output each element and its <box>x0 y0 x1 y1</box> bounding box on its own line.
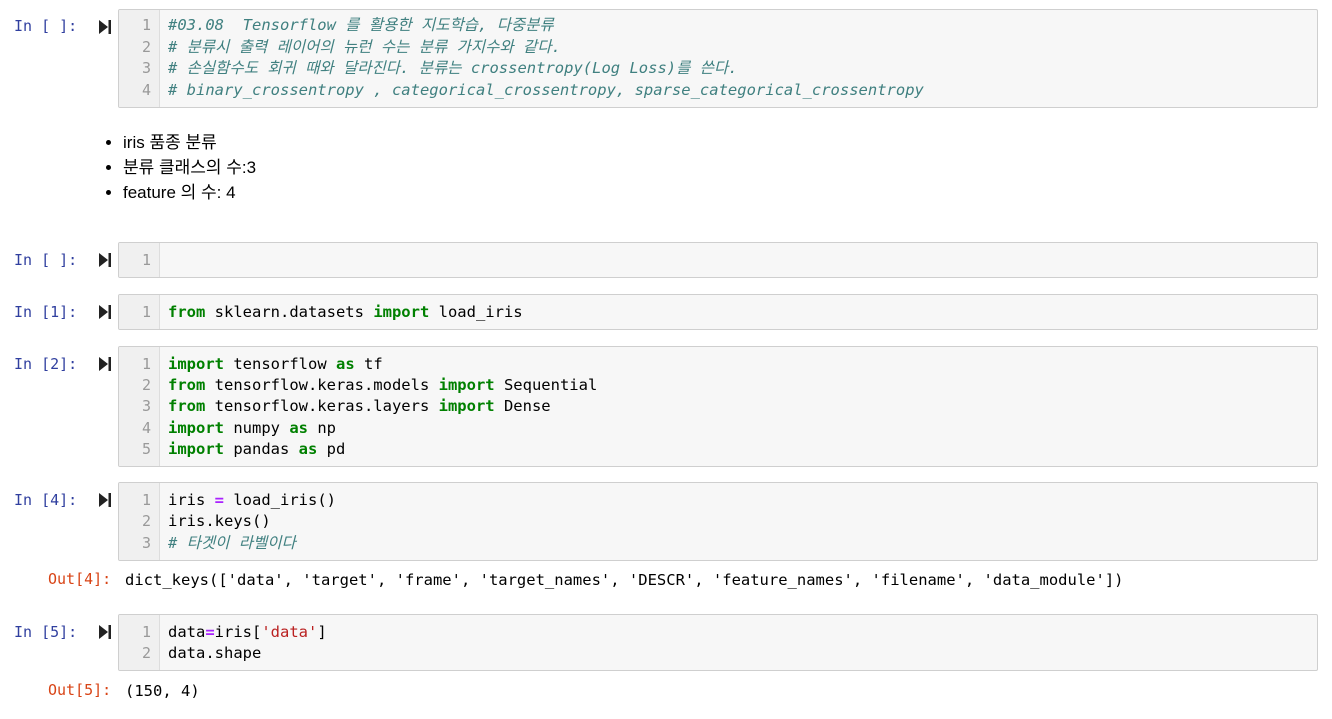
run-cell-icon[interactable] <box>97 623 113 641</box>
input-prompt: In [ ]: <box>14 251 78 269</box>
line-number: 1 <box>141 623 151 641</box>
markdown-list-item: feature 의 수: 4 <box>123 180 256 205</box>
cell-output: dict_keys(['data', 'target', 'frame', 't… <box>125 571 1124 589</box>
line-number: 1 <box>141 16 151 34</box>
code-line: import numpy as np <box>168 419 336 437</box>
cell-output: (150, 4) <box>125 682 200 700</box>
line-number: 2 <box>141 644 151 662</box>
markdown-list-item: iris 품종 분류 <box>123 130 256 155</box>
code-line: data.shape <box>168 644 262 662</box>
run-cell-icon[interactable] <box>97 303 113 321</box>
code-line: from tensorflow.keras.models import Sequ… <box>168 376 598 394</box>
input-prompt: In [4]: <box>14 491 78 509</box>
code-line: data=iris['data'] <box>168 623 327 641</box>
code-line: # 타겟이 라벨이다 <box>168 534 296 552</box>
input-prompt: In [ ]: <box>14 17 78 35</box>
line-number: 2 <box>141 512 151 530</box>
run-cell-icon[interactable] <box>97 355 113 373</box>
run-cell-icon[interactable] <box>97 251 113 269</box>
code-line: from sklearn.datasets import load_iris <box>168 303 523 321</box>
input-prompt: In [5]: <box>14 623 78 641</box>
code-line: iris.keys() <box>168 512 271 530</box>
markdown-list: iris 품종 분류 분류 클래스의 수:3 feature 의 수: 4 <box>106 130 256 205</box>
code-line: #03.08 Tensorflow 를 활용한 지도학습, 다중분류 <box>168 16 554 34</box>
line-number: 2 <box>141 38 151 56</box>
line-number: 5 <box>141 440 151 458</box>
code-line: iris = load_iris() <box>168 491 336 509</box>
input-prompt: In [2]: <box>14 355 78 373</box>
code-editor[interactable]: 1 #03.08 Tensorflow 를 활용한 지도학습, 다중분류 2 # 분… <box>118 9 1318 108</box>
line-number: 2 <box>141 376 151 394</box>
code-line: from tensorflow.keras.layers import Dens… <box>168 397 551 415</box>
code-line: # binary_crossentropy , categorical_cros… <box>168 81 924 99</box>
code-editor[interactable]: 1 iris = load_iris() 2 iris.keys() 3 # 타겟이 … <box>118 482 1318 561</box>
line-number: 4 <box>141 419 151 437</box>
run-cell-icon[interactable] <box>97 18 113 36</box>
line-number: 3 <box>141 59 151 77</box>
input-prompt: In [1]: <box>14 303 78 321</box>
code-editor[interactable]: 1 from sklearn.datasets import load_iris <box>118 294 1318 330</box>
line-number: 1 <box>141 491 151 509</box>
line-number: 1 <box>141 303 151 321</box>
code-editor[interactable]: 1 data=iris['data'] 2 data.shape <box>118 614 1318 671</box>
code-line: import pandas as pd <box>168 440 346 458</box>
code-line: # 손실함수도 회귀 때와 달라진다. 분류는 crossentropy(Log… <box>168 59 738 77</box>
line-number: 1 <box>141 251 151 269</box>
line-number: 1 <box>141 355 151 373</box>
output-prompt: Out[4]: <box>48 570 112 588</box>
line-number: 4 <box>141 81 151 99</box>
code-line: import tensorflow as tf <box>168 355 383 373</box>
line-number: 3 <box>141 397 151 415</box>
code-editor[interactable]: 1 import tensorflow as tf 2 from tensorflo… <box>118 346 1318 467</box>
line-number: 3 <box>141 534 151 552</box>
code-editor[interactable]: 1 <box>118 242 1318 278</box>
code-line: # 분류시 출력 레이어의 뉴런 수는 분류 가지수와 같다. <box>168 38 561 56</box>
output-prompt: Out[5]: <box>48 681 112 699</box>
markdown-list-item: 분류 클래스의 수:3 <box>123 155 256 180</box>
run-cell-icon[interactable] <box>97 491 113 509</box>
